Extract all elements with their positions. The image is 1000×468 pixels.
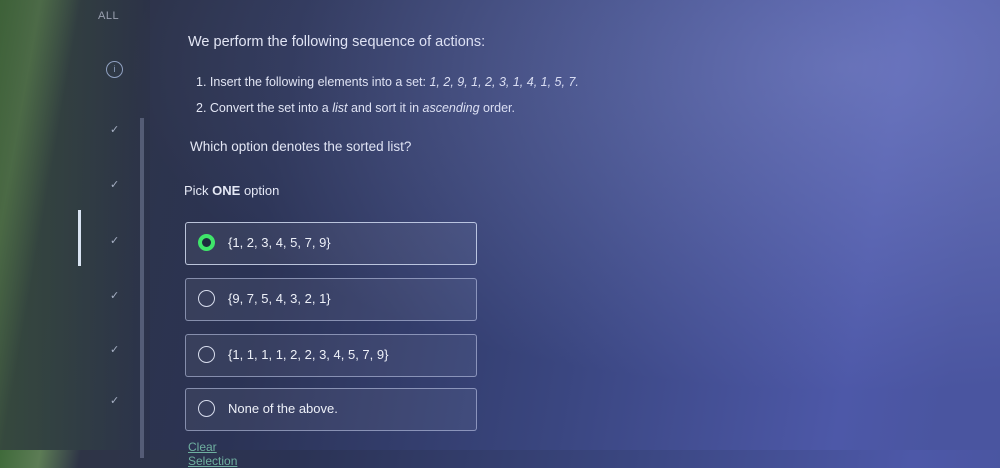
clear-selection-link[interactable]: Clear Selection	[188, 440, 237, 468]
radio-icon[interactable]	[198, 346, 215, 363]
screen-glare	[0, 0, 1000, 450]
step-2-text-a: 2. Convert the set into a	[196, 101, 333, 115]
all-filter-label[interactable]: ALL	[98, 10, 119, 22]
step-2-text-c: order.	[479, 101, 515, 115]
option-1[interactable]: {1, 2, 3, 4, 5, 7, 9}	[185, 222, 477, 265]
pick-bold: ONE	[212, 183, 241, 198]
step-2-text-b: and sort it in	[347, 101, 423, 115]
active-question-indicator	[78, 210, 81, 266]
check-icon[interactable]: ✓	[110, 235, 122, 247]
option-label: {9, 7, 5, 4, 3, 2, 1}	[228, 291, 331, 306]
pick-prefix: Pick	[184, 183, 213, 198]
option-2[interactable]: {9, 7, 5, 4, 3, 2, 1}	[185, 278, 477, 321]
check-icon[interactable]: ✓	[110, 179, 122, 191]
pick-suffix: option	[240, 183, 280, 198]
radio-selected-icon[interactable]	[198, 234, 215, 251]
question-intro: We perform the following sequence of act…	[188, 34, 486, 50]
radio-icon[interactable]	[198, 400, 215, 417]
check-icon[interactable]: ✓	[110, 124, 122, 136]
step-1: 1. Insert the following elements into a …	[196, 75, 579, 89]
check-icon[interactable]: ✓	[110, 344, 122, 356]
pick-instruction: Pick ONE option	[184, 183, 279, 198]
step-1-set: 1, 2, 9, 1, 2, 3, 1, 4, 1, 5, 7.	[429, 75, 579, 89]
step-2-ascending: ascending	[422, 101, 480, 115]
step-1-text: 1. Insert the following elements into a …	[196, 75, 430, 89]
left-rail	[0, 0, 150, 450]
step-2: 2. Convert the set into a list and sort …	[196, 101, 515, 115]
check-icon[interactable]: ✓	[110, 290, 122, 302]
check-icon[interactable]: ✓	[110, 395, 122, 407]
option-label: {1, 1, 1, 1, 2, 2, 3, 4, 5, 7, 9}	[228, 347, 389, 362]
panel-divider	[140, 118, 144, 458]
option-3[interactable]: {1, 1, 1, 1, 2, 2, 3, 4, 5, 7, 9}	[185, 334, 477, 377]
option-label: {1, 2, 3, 4, 5, 7, 9}	[228, 235, 331, 250]
question-prompt: Which option denotes the sorted list?	[190, 139, 412, 154]
info-icon[interactable]: i	[106, 61, 123, 78]
radio-icon[interactable]	[198, 290, 215, 307]
step-2-list: list	[332, 101, 348, 115]
option-4[interactable]: None of the above.	[185, 388, 477, 431]
option-label: None of the above.	[228, 401, 338, 416]
